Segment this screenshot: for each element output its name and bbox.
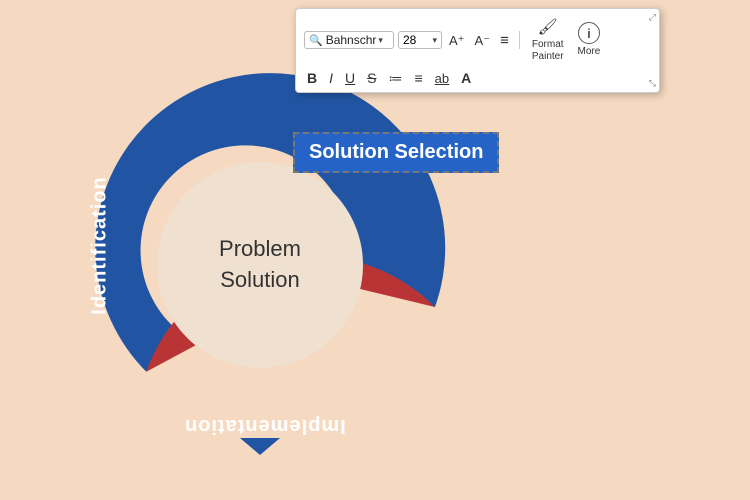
strikethrough-button[interactable]: S (364, 70, 379, 86)
more-icon: i (578, 22, 600, 44)
search-icon: 🔍 (309, 34, 323, 47)
resize-corner-bottom[interactable]: ⤡ (649, 78, 656, 89)
format-painter-label: FormatPainter (532, 39, 564, 63)
font-name-display: Bahnschr (326, 33, 377, 47)
format-painter-icon: 🖌 (538, 17, 558, 37)
donut-svg (50, 55, 470, 475)
font-search[interactable]: 🔍 Bahnschr ▾ (304, 31, 394, 49)
solution-selection-box[interactable]: Solution Selection (293, 132, 499, 173)
font-increase-button[interactable]: A⁺ (446, 33, 468, 48)
underline-button[interactable]: U (342, 70, 358, 86)
bottom-arrow (240, 438, 280, 455)
font-color-button[interactable]: A (458, 70, 474, 86)
formatting-toolbar: ⤢ 🔍 Bahnschr ▾ 28 ▾ A⁺ A⁻ ≡ 🖌 FormatPain… (295, 8, 660, 93)
more-button[interactable]: i More (573, 19, 606, 61)
diagram-container: Problem Solution Identification Implemen… (50, 55, 470, 475)
bullet-list-button[interactable]: ≡ (411, 70, 425, 86)
text-align-button[interactable]: ≡ (497, 32, 512, 49)
font-size-value: 28 (403, 33, 416, 47)
solution-selection-text: Solution Selection (309, 141, 483, 163)
resize-corner-top[interactable]: ⤢ (649, 12, 656, 23)
font-size-selector[interactable]: 28 ▾ (398, 31, 442, 49)
font-size-chevron: ▾ (432, 35, 437, 46)
italic-button[interactable]: I (326, 70, 336, 86)
text-style-button[interactable]: ab (432, 71, 452, 86)
font-dropdown-chevron: ▾ (378, 35, 383, 46)
inner-circle (157, 162, 363, 368)
bold-button[interactable]: B (304, 70, 320, 86)
more-label: More (578, 46, 601, 58)
numbered-list-button[interactable]: ≔ (385, 70, 405, 86)
format-painter-button[interactable]: 🖌 FormatPainter (527, 14, 569, 66)
font-decrease-button[interactable]: A⁻ (472, 33, 494, 48)
toolbar-divider-1 (519, 31, 520, 49)
